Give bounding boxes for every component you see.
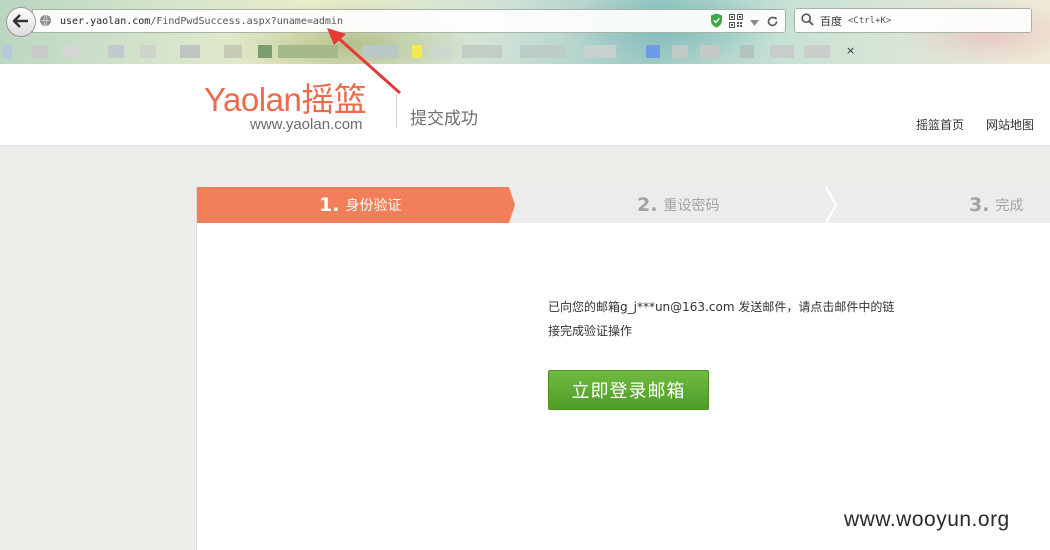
bookmark-item[interactable] bbox=[412, 45, 422, 58]
message-line: 已向您的邮箱g_j***un@163.com 发送邮件，请点击邮件中的链 bbox=[548, 300, 895, 314]
step-separator-icon bbox=[825, 187, 837, 223]
search-shortcut: <Ctrl+K> bbox=[848, 15, 892, 26]
site-header: Yaolan摇篮 www.yaolan.com 提交成功 摇篮首页 网站地图 bbox=[0, 64, 1050, 146]
search-bar[interactable]: 百度 <Ctrl+K> bbox=[794, 8, 1032, 33]
step-label: 完成 bbox=[995, 198, 1024, 214]
header-divider bbox=[396, 94, 397, 128]
bookmark-item[interactable] bbox=[2, 45, 12, 58]
step-number: 3. bbox=[969, 194, 990, 216]
logo-text: Yaolan摇篮 bbox=[204, 81, 367, 118]
step-reset-password: 2. 重设密码 bbox=[637, 187, 719, 223]
bookmarks-close-icon[interactable]: × bbox=[846, 44, 855, 57]
bookmark-item[interactable] bbox=[584, 45, 616, 58]
dropdown-arrow-icon[interactable] bbox=[749, 13, 760, 32]
step-label: 身份验证 bbox=[345, 198, 402, 214]
bookmark-item[interactable] bbox=[700, 45, 720, 58]
url-text: user.yaolan.com/FindPwdSuccess.aspx?unam… bbox=[60, 16, 343, 27]
bookmark-item[interactable] bbox=[32, 45, 48, 58]
globe-icon bbox=[39, 12, 52, 31]
url-tools bbox=[710, 13, 779, 32]
bookmark-item[interactable] bbox=[278, 45, 338, 58]
nav-link-home[interactable]: 摇篮首页 bbox=[916, 116, 964, 133]
bookmark-item[interactable] bbox=[180, 45, 200, 58]
url-host: user.yaolan.com bbox=[60, 15, 151, 27]
step-identity-verification: 1. 身份验证 bbox=[197, 187, 515, 223]
search-engine-label: 百度 bbox=[820, 14, 842, 28]
main-panel: 1. 身份验证 2. 重设密码 3. 完成 已向您的邮箱g_j***un@163… bbox=[196, 187, 1050, 550]
url-bar[interactable]: user.yaolan.com/FindPwdSuccess.aspx?unam… bbox=[32, 9, 786, 33]
login-mailbox-button[interactable]: 立即登录邮箱 bbox=[548, 370, 709, 410]
qr-code-icon[interactable] bbox=[729, 13, 743, 32]
bookmark-item[interactable] bbox=[520, 45, 566, 58]
bookmark-item[interactable] bbox=[462, 45, 502, 58]
bookmark-item[interactable] bbox=[770, 45, 794, 58]
bookmark-item[interactable] bbox=[108, 45, 124, 58]
logo-url: www.yaolan.com bbox=[250, 116, 363, 133]
site-logo[interactable]: Yaolan摇篮 www.yaolan.com bbox=[204, 80, 384, 138]
refresh-icon[interactable] bbox=[766, 13, 779, 32]
back-arrow-icon bbox=[12, 13, 29, 32]
steps-progress-bar: 1. 身份验证 2. 重设密码 3. 完成 bbox=[197, 187, 1050, 223]
page-subtitle: 提交成功 bbox=[410, 109, 478, 129]
browser-chrome: user.yaolan.com/FindPwdSuccess.aspx?unam… bbox=[0, 0, 1050, 64]
bookmark-item[interactable] bbox=[672, 45, 688, 58]
step-number: 2. bbox=[637, 194, 658, 216]
step-number: 1. bbox=[319, 194, 340, 216]
step-complete: 3. 完成 bbox=[969, 187, 1023, 223]
bookmark-item[interactable] bbox=[804, 45, 830, 58]
header-nav: 摇篮首页 网站地图 bbox=[916, 116, 1034, 133]
bookmarks-bar bbox=[0, 40, 1050, 62]
bookmark-item[interactable] bbox=[140, 45, 156, 58]
back-button[interactable] bbox=[6, 7, 36, 37]
step-label: 重设密码 bbox=[663, 198, 720, 214]
watermark: www.wooyun.org bbox=[844, 508, 1010, 531]
bookmark-item[interactable] bbox=[362, 45, 398, 58]
bookmark-item[interactable] bbox=[646, 45, 660, 58]
shield-icon[interactable] bbox=[710, 13, 723, 32]
email-sent-message: 已向您的邮箱g_j***un@163.com 发送邮件，请点击邮件中的链 接完成… bbox=[548, 295, 898, 343]
bookmark-item[interactable] bbox=[224, 45, 242, 58]
message-line: 接完成验证操作 bbox=[548, 324, 633, 338]
bookmark-item[interactable] bbox=[432, 45, 452, 58]
nav-link-sitemap[interactable]: 网站地图 bbox=[986, 116, 1034, 133]
bookmark-item[interactable] bbox=[62, 45, 78, 58]
bookmark-item[interactable] bbox=[258, 45, 272, 58]
url-path: /FindPwdSuccess.aspx?uname=admin bbox=[150, 15, 343, 27]
search-icon bbox=[801, 12, 814, 29]
bookmark-item[interactable] bbox=[740, 45, 754, 58]
